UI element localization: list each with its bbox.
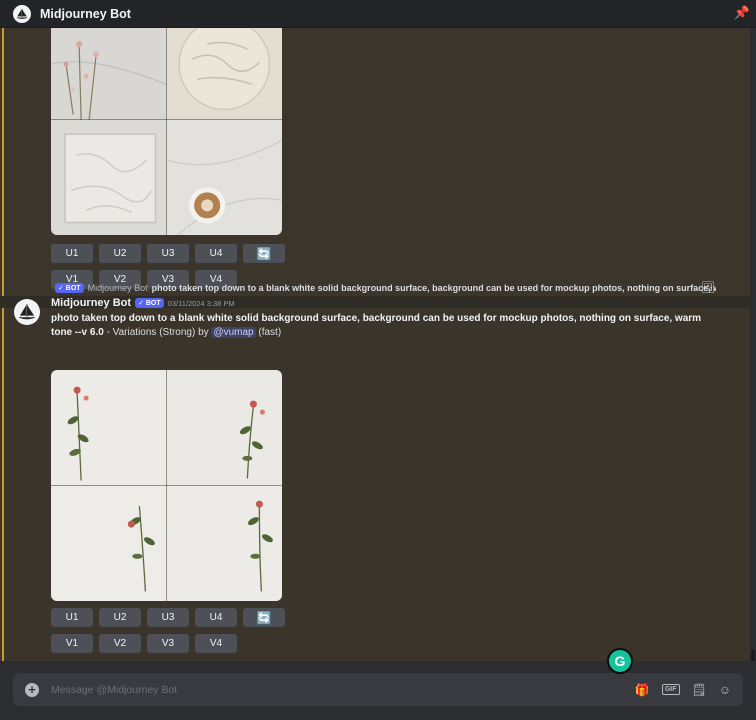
reply-text[interactable]: photo taken top down to a blank white so… (152, 283, 716, 293)
u4-button[interactable]: U4 (195, 608, 237, 627)
gif-icon[interactable]: GIF (661, 684, 680, 695)
message-composer[interactable]: + Message @Midjourney Bot 🎁 GIF 🗒 ☺ (13, 673, 743, 706)
timestamp: 03/11/2024 3:38 PM (167, 298, 235, 308)
author-name[interactable]: Midjourney Bot (51, 297, 131, 309)
reply-reference[interactable]: ✓ BOT Midjourney Bot photo taken top dow… (51, 281, 716, 295)
message-content: photo taken top down to a blank white so… (51, 312, 721, 340)
pin-icon[interactable]: 📌 (734, 5, 750, 21)
grid-image-3[interactable] (51, 119, 167, 235)
u2-button[interactable]: U2 (99, 244, 141, 263)
highlight-accent-bar (2, 308, 4, 661)
u3-button[interactable]: U3 (147, 608, 189, 627)
reroll-button[interactable]: 🔄 (243, 608, 285, 627)
grid-image-2[interactable] (166, 370, 282, 486)
message-input[interactable]: Message @Midjourney Bot (51, 684, 635, 696)
u1-button[interactable]: U1 (51, 244, 93, 263)
image-icon: 🖼 (701, 282, 715, 294)
grid-image-2[interactable] (166, 28, 282, 120)
bot-avatar[interactable] (14, 299, 40, 325)
emoji-icon[interactable]: ☺ (719, 683, 731, 697)
variation-label: - Variations (Strong) by (103, 327, 212, 338)
v3-button[interactable]: V3 (147, 634, 189, 653)
grid-image-4[interactable] (166, 119, 282, 235)
reply-author[interactable]: Midjourney Bot (88, 283, 148, 293)
u3-button[interactable]: U3 (147, 244, 189, 263)
sailboat-icon (19, 304, 35, 320)
refresh-icon: 🔄 (256, 246, 272, 261)
speed-label: (fast) (255, 327, 282, 338)
image-grid-2[interactable] (51, 370, 282, 601)
user-mention[interactable]: @vumap (211, 327, 256, 338)
refresh-icon: 🔄 (256, 610, 272, 625)
reroll-button[interactable]: 🔄 (243, 244, 285, 263)
v4-button[interactable]: V4 (195, 634, 237, 653)
upscale-button-row-2: U1 U2 U3 U4 🔄 (51, 608, 285, 627)
v1-button[interactable]: V1 (51, 634, 93, 653)
grid-image-1[interactable] (51, 370, 167, 486)
upscale-button-row-1: U1 U2 U3 U4 🔄 (51, 244, 285, 263)
add-attachment-icon[interactable]: + (25, 682, 39, 697)
bot-badge: ✓ BOT (135, 298, 164, 308)
bot-avatar-small[interactable] (13, 4, 31, 23)
sticker-icon[interactable]: 🗒 (692, 683, 707, 697)
window-title: Midjourney Bot (40, 6, 131, 21)
gift-icon[interactable]: 🎁 (635, 683, 650, 697)
sailboat-icon (16, 8, 28, 19)
image-grid-1[interactable] (51, 28, 282, 235)
u2-button[interactable]: U2 (99, 608, 141, 627)
scrollbar[interactable] (750, 28, 756, 661)
variation-button-row-2: V1 V2 V3 V4 (51, 634, 237, 653)
grid-image-3[interactable] (51, 485, 167, 601)
grid-image-4[interactable] (166, 485, 282, 601)
highlight-accent-bar (2, 28, 4, 296)
title-bar: Midjourney Bot 📌 (0, 0, 756, 28)
grid-image-1[interactable] (51, 28, 167, 120)
v2-button[interactable]: V2 (99, 634, 141, 653)
bot-badge: ✓ BOT (55, 283, 84, 293)
message-header: Midjourney Bot ✓ BOT 03/11/2024 3:38 PM (51, 297, 235, 309)
u1-button[interactable]: U1 (51, 608, 93, 627)
grammarly-icon[interactable]: G (607, 648, 633, 674)
u4-button[interactable]: U4 (195, 244, 237, 263)
